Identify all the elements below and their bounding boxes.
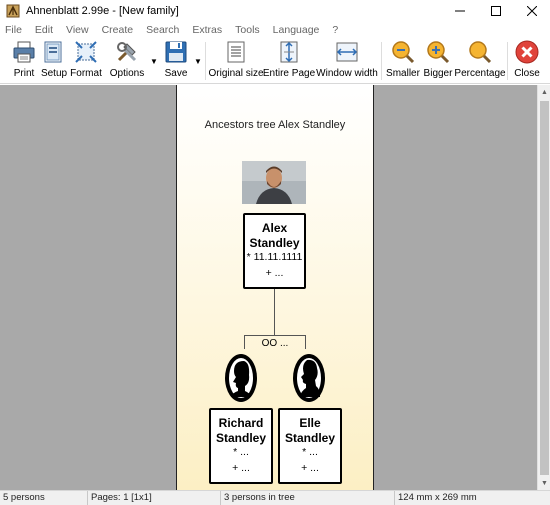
status-page-size: 124 mm x 269 mm <box>398 492 477 503</box>
connector-line <box>244 335 306 336</box>
setup-label: Setup <box>40 68 68 79</box>
maximize-button[interactable] <box>478 0 514 22</box>
smaller-button[interactable]: Smaller <box>386 40 420 82</box>
person-photo[interactable] <box>242 161 306 204</box>
status-pages: Pages: 1 [1x1] <box>88 491 221 505</box>
setup-button[interactable]: Setup <box>41 40 67 82</box>
format-button[interactable]: Format <box>70 40 102 82</box>
entire-page-icon <box>277 40 301 64</box>
print-label: Print <box>13 68 35 79</box>
menu-search[interactable]: Search <box>139 24 185 36</box>
person-birth: * ... <box>302 446 318 458</box>
close-button[interactable]: Close <box>513 40 541 82</box>
menu-bar: File Edit View Create Search Extras Tool… <box>0 22 550 38</box>
menu-extras[interactable]: Extras <box>185 24 228 36</box>
toolbar-separator <box>205 42 206 80</box>
original-size-label: Original size <box>208 68 264 79</box>
window-title: Ahnenblatt 2.99e - [New family] <box>26 5 179 17</box>
person-card-father[interactable]: Richard Standley * ... + ... <box>209 408 273 484</box>
format-icon <box>74 40 98 64</box>
connector-line <box>274 289 275 335</box>
zoom-out-icon <box>391 40 415 64</box>
options-label: Options <box>109 68 145 79</box>
floppy-disk-icon <box>164 40 188 64</box>
status-bar: 5 persons Pages: 1 [1x1] 3 persons in tr… <box>0 490 550 505</box>
close-window-button[interactable] <box>514 0 550 22</box>
preview-page: Ancestors tree Alex Standley Alex Standl… <box>176 85 374 490</box>
person-first-name: Richard <box>218 416 264 430</box>
toolbar-separator <box>507 42 508 80</box>
title-bar: Ahnenblatt 2.99e - [New family] <box>0 0 550 22</box>
person-birth: * 11.11.1111 <box>246 251 303 263</box>
save-button[interactable]: Save <box>163 40 189 82</box>
person-last-name: Standley <box>215 431 266 445</box>
zoom-in-icon <box>426 40 450 64</box>
original-size-button[interactable]: Original size <box>208 40 264 82</box>
percentage-button[interactable]: Percentage <box>454 40 506 82</box>
menu-view[interactable]: View <box>59 24 95 36</box>
save-label: Save <box>164 68 188 79</box>
person-first-name: Elle <box>299 416 321 430</box>
scroll-down-arrow-icon[interactable]: ▼ <box>538 476 550 490</box>
printer-icon <box>12 40 36 64</box>
person-card-mother[interactable]: Elle Standley * ... + ... <box>278 408 342 484</box>
options-button[interactable]: Options <box>109 40 145 82</box>
female-silhouette-icon <box>292 353 326 406</box>
vertical-scrollbar[interactable]: ▲ ▼ <box>537 85 550 490</box>
menu-help[interactable]: ? <box>325 24 344 36</box>
menu-language[interactable]: Language <box>266 24 326 36</box>
window-width-icon <box>335 40 359 64</box>
percentage-label: Percentage <box>454 68 506 79</box>
person-card-root[interactable]: Alex Standley * 11.11.1111 + ... <box>243 213 306 289</box>
menu-tools[interactable]: Tools <box>228 24 266 36</box>
save-dropdown-arrow-icon[interactable]: ▼ <box>194 57 202 66</box>
person-last-name: Standley <box>284 431 335 445</box>
original-size-icon <box>224 40 248 64</box>
male-silhouette-icon <box>224 353 258 406</box>
window-width-label: Window width <box>316 68 378 79</box>
preview-workspace: Ancestors tree Alex Standley Alex Standl… <box>0 85 537 490</box>
page-setup-icon <box>42 40 66 64</box>
zoom-percentage-icon <box>468 40 492 64</box>
menu-edit[interactable]: Edit <box>28 24 59 36</box>
person-death: + ... <box>265 267 284 279</box>
close-label: Close <box>514 68 540 79</box>
window-width-button[interactable]: Window width <box>316 40 378 82</box>
status-persons-in-tree: 3 persons in tree <box>221 491 395 505</box>
bigger-button[interactable]: Bigger <box>423 40 453 82</box>
person-last-name: Standley <box>249 236 300 250</box>
menu-file[interactable]: File <box>0 24 28 36</box>
entire-page-button[interactable]: Entire Page <box>262 40 316 82</box>
minimize-button[interactable] <box>442 0 478 22</box>
print-button[interactable]: Print <box>9 40 39 82</box>
options-dropdown-arrow-icon[interactable]: ▼ <box>150 57 158 66</box>
menu-create[interactable]: Create <box>95 24 140 36</box>
entire-page-label: Entire Page <box>262 68 316 79</box>
person-death: + ... <box>301 462 319 474</box>
tree-title: Ancestors tree Alex Standley <box>204 119 346 131</box>
close-red-icon <box>515 40 539 64</box>
person-first-name: Alex <box>261 221 288 235</box>
tools-icon <box>115 40 139 64</box>
person-death: + ... <box>232 462 250 474</box>
status-persons: 5 persons <box>0 491 88 505</box>
marriage-symbol: OO ... <box>261 338 289 349</box>
toolbar: Print Setup Format Options ▼ Save ▼ Orig… <box>0 38 550 84</box>
person-birth: * ... <box>233 446 249 458</box>
bigger-label: Bigger <box>423 68 453 79</box>
scroll-up-arrow-icon[interactable]: ▲ <box>538 85 550 99</box>
smaller-label: Smaller <box>386 68 420 79</box>
format-label: Format <box>70 68 102 79</box>
toolbar-separator <box>381 42 382 80</box>
scrollbar-thumb[interactable] <box>540 101 549 475</box>
ahnenblatt-app-icon[interactable] <box>6 4 20 18</box>
